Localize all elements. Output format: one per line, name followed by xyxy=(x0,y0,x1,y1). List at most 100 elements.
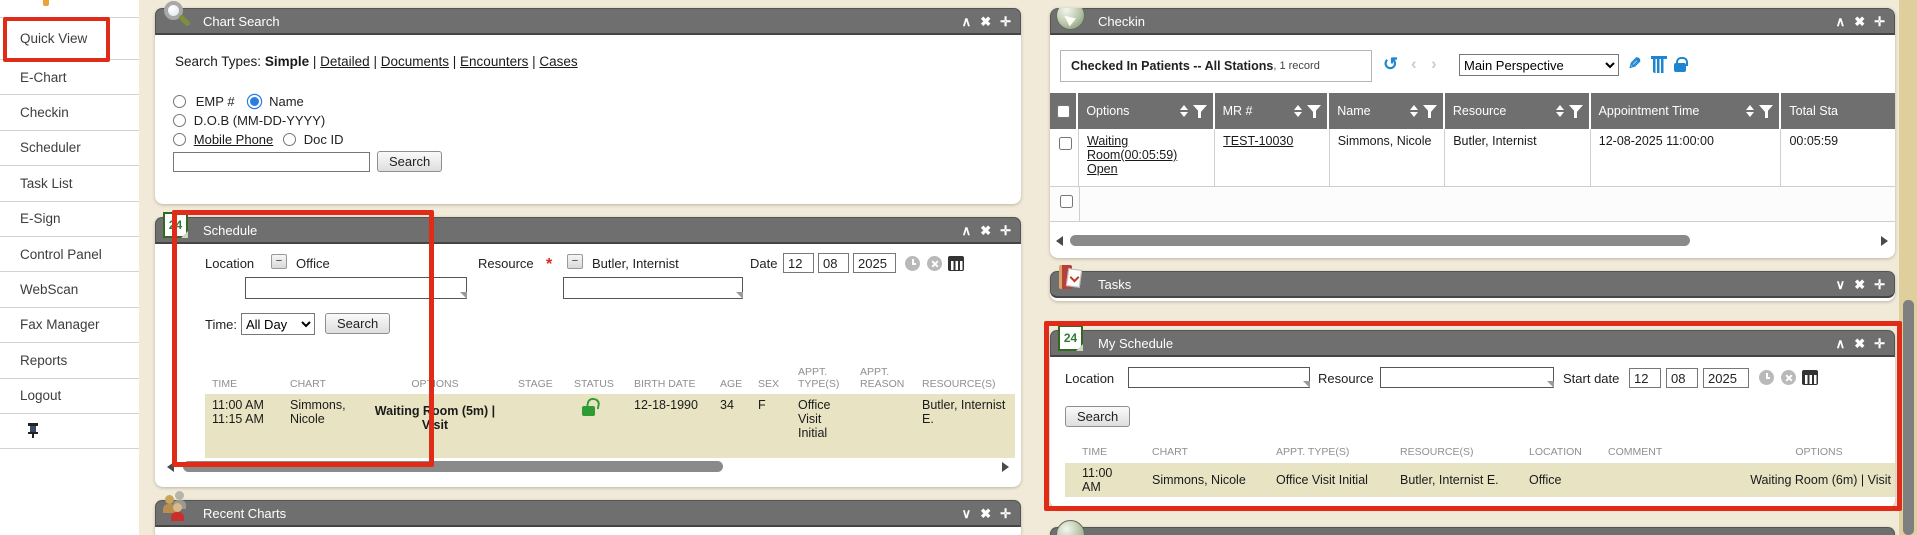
scroll-left-arrow[interactable] xyxy=(167,462,174,472)
filter-icon[interactable] xyxy=(1759,105,1773,118)
checkin-horizontal-scrollbar[interactable] xyxy=(1056,234,1888,248)
checkin-row[interactable]: Waiting Room(00:05:59) Open TEST-10030 S… xyxy=(1050,129,1895,187)
sidebar-item-webscan[interactable]: WebScan xyxy=(0,272,139,307)
calendar-picker-icon[interactable] xyxy=(1802,370,1818,385)
row-checkbox[interactable] xyxy=(1060,195,1073,208)
refresh-icon[interactable]: ↺ xyxy=(1383,54,1398,75)
filter-icon[interactable] xyxy=(1193,105,1207,118)
cell-chart[interactable]: Simmons, Nicole xyxy=(283,394,361,458)
sidebar-item-e-chart[interactable]: E-Chart xyxy=(0,60,139,95)
waiting-room-link[interactable]: Waiting Room(00:05:59) xyxy=(1087,134,1177,162)
sidebar-item-logout[interactable]: Logout xyxy=(0,379,139,414)
filter-icon[interactable] xyxy=(1423,105,1437,118)
date-year-input[interactable] xyxy=(853,253,896,273)
location-tree-toggle[interactable]: − xyxy=(271,254,287,269)
move-icon[interactable]: ✛ xyxy=(1000,507,1011,520)
radio-doc-id[interactable] xyxy=(283,133,296,146)
my-schedule-row[interactable]: 11:00 AM Simmons, Nicole Office Visit In… xyxy=(1065,463,1895,497)
date-month-input[interactable] xyxy=(783,253,814,273)
open-link[interactable]: Open xyxy=(1087,162,1118,176)
scroll-thumb[interactable] xyxy=(1070,235,1690,246)
search-type-encounters[interactable]: Encounters xyxy=(460,54,528,69)
move-icon[interactable]: ✛ xyxy=(1000,15,1011,28)
radio-mobile-phone[interactable] xyxy=(173,133,186,146)
date-month-input[interactable] xyxy=(1629,368,1661,388)
resize-grip[interactable] xyxy=(1547,381,1554,388)
schedule-horizontal-scrollbar[interactable] xyxy=(165,460,1011,474)
sidebar-item-reports[interactable]: Reports xyxy=(0,343,139,378)
date-day-input[interactable] xyxy=(818,253,849,273)
schedule-search-button[interactable]: Search xyxy=(325,313,390,334)
resource-input[interactable] xyxy=(563,277,743,299)
scroll-thumb[interactable] xyxy=(183,461,723,472)
radio-emp[interactable] xyxy=(173,95,186,108)
move-icon[interactable]: ✛ xyxy=(1874,15,1885,28)
select-all-checkbox[interactable] xyxy=(1057,105,1070,118)
resource-tree-toggle[interactable]: − xyxy=(567,254,583,269)
lock-icon[interactable] xyxy=(1674,63,1686,72)
expand-icon[interactable]: ∨ xyxy=(962,507,972,520)
resize-grip[interactable] xyxy=(1303,381,1310,388)
mr-link[interactable]: TEST-10030 xyxy=(1223,134,1293,148)
page-vertical-scrollbar[interactable] xyxy=(1899,0,1917,535)
close-icon[interactable]: ✖ xyxy=(1854,337,1865,350)
cell-options[interactable]: Waiting Room (6m) | Visit xyxy=(1728,473,1895,487)
perspective-select[interactable]: Main Perspective xyxy=(1459,54,1619,76)
chart-search-input[interactable] xyxy=(173,152,370,172)
clock-icon[interactable] xyxy=(905,256,920,271)
sidebar-item-task-list[interactable]: Task List xyxy=(0,166,139,201)
scroll-right-arrow[interactable] xyxy=(1002,462,1009,472)
sidebar-item-scheduler[interactable]: Scheduler xyxy=(0,131,139,166)
search-type-detailed[interactable]: Detailed xyxy=(320,54,370,69)
sidebar-item-control-panel[interactable]: Control Panel xyxy=(0,237,139,272)
my-schedule-search-button[interactable]: Search xyxy=(1065,406,1130,427)
move-icon[interactable]: ✛ xyxy=(1000,224,1011,237)
delete-icon[interactable] xyxy=(1653,59,1665,73)
radio-dob[interactable] xyxy=(173,114,186,127)
sort-icon[interactable] xyxy=(1746,105,1754,117)
resize-grip[interactable] xyxy=(460,292,467,299)
search-type-simple[interactable]: Simple xyxy=(265,54,309,69)
search-type-documents[interactable]: Documents xyxy=(381,54,449,69)
scroll-right-arrow[interactable] xyxy=(1881,236,1888,246)
checkin-empty-row[interactable] xyxy=(1050,187,1895,222)
sidebar-item-checkin[interactable]: Checkin xyxy=(0,95,139,130)
schedule-appointment-row[interactable]: 11:00 AM 11:15 AM Simmons, Nicole Waitin… xyxy=(205,394,1015,458)
collapse-icon[interactable]: ∧ xyxy=(962,224,972,237)
expand-icon[interactable]: ∨ xyxy=(1836,278,1846,291)
move-icon[interactable]: ✛ xyxy=(1874,337,1885,350)
pushpin-icon[interactable] xyxy=(27,423,39,438)
prev-page-icon[interactable]: ‹ xyxy=(1411,54,1417,74)
row-checkbox[interactable] xyxy=(1059,137,1072,150)
clock-icon[interactable] xyxy=(1759,370,1774,385)
filter-icon[interactable] xyxy=(1307,105,1321,118)
time-select[interactable]: All Day xyxy=(241,313,315,335)
location-input[interactable] xyxy=(245,277,467,299)
close-icon[interactable]: ✖ xyxy=(980,15,991,28)
scroll-thumb[interactable] xyxy=(1903,300,1914,535)
calendar-picker-icon[interactable] xyxy=(948,256,964,271)
date-year-input[interactable] xyxy=(1703,368,1749,388)
close-icon[interactable]: ✖ xyxy=(980,224,991,237)
sort-icon[interactable] xyxy=(1556,105,1564,117)
sort-icon[interactable] xyxy=(1294,105,1302,117)
sort-icon[interactable] xyxy=(1180,105,1188,117)
close-icon[interactable]: ✖ xyxy=(1854,278,1865,291)
radio-name[interactable] xyxy=(248,95,261,108)
collapse-icon[interactable]: ∧ xyxy=(1836,15,1846,28)
date-day-input[interactable] xyxy=(1666,368,1698,388)
resource-input[interactable] xyxy=(1380,367,1554,388)
clear-date-icon[interactable] xyxy=(927,256,942,271)
collapse-icon[interactable]: ∧ xyxy=(962,15,972,28)
close-icon[interactable]: ✖ xyxy=(1854,15,1865,28)
cell-chart[interactable]: Simmons, Nicole xyxy=(1135,469,1259,491)
move-icon[interactable]: ✛ xyxy=(1874,278,1885,291)
scroll-left-arrow[interactable] xyxy=(1056,236,1063,246)
filter-icon[interactable] xyxy=(1569,105,1583,118)
edit-icon[interactable]: ✎ xyxy=(1628,54,1641,74)
search-type-cases[interactable]: Cases xyxy=(539,54,577,69)
next-page-icon[interactable]: › xyxy=(1431,54,1437,74)
location-input[interactable] xyxy=(1128,367,1310,388)
sort-icon[interactable] xyxy=(1410,105,1418,117)
clear-date-icon[interactable] xyxy=(1781,370,1796,385)
